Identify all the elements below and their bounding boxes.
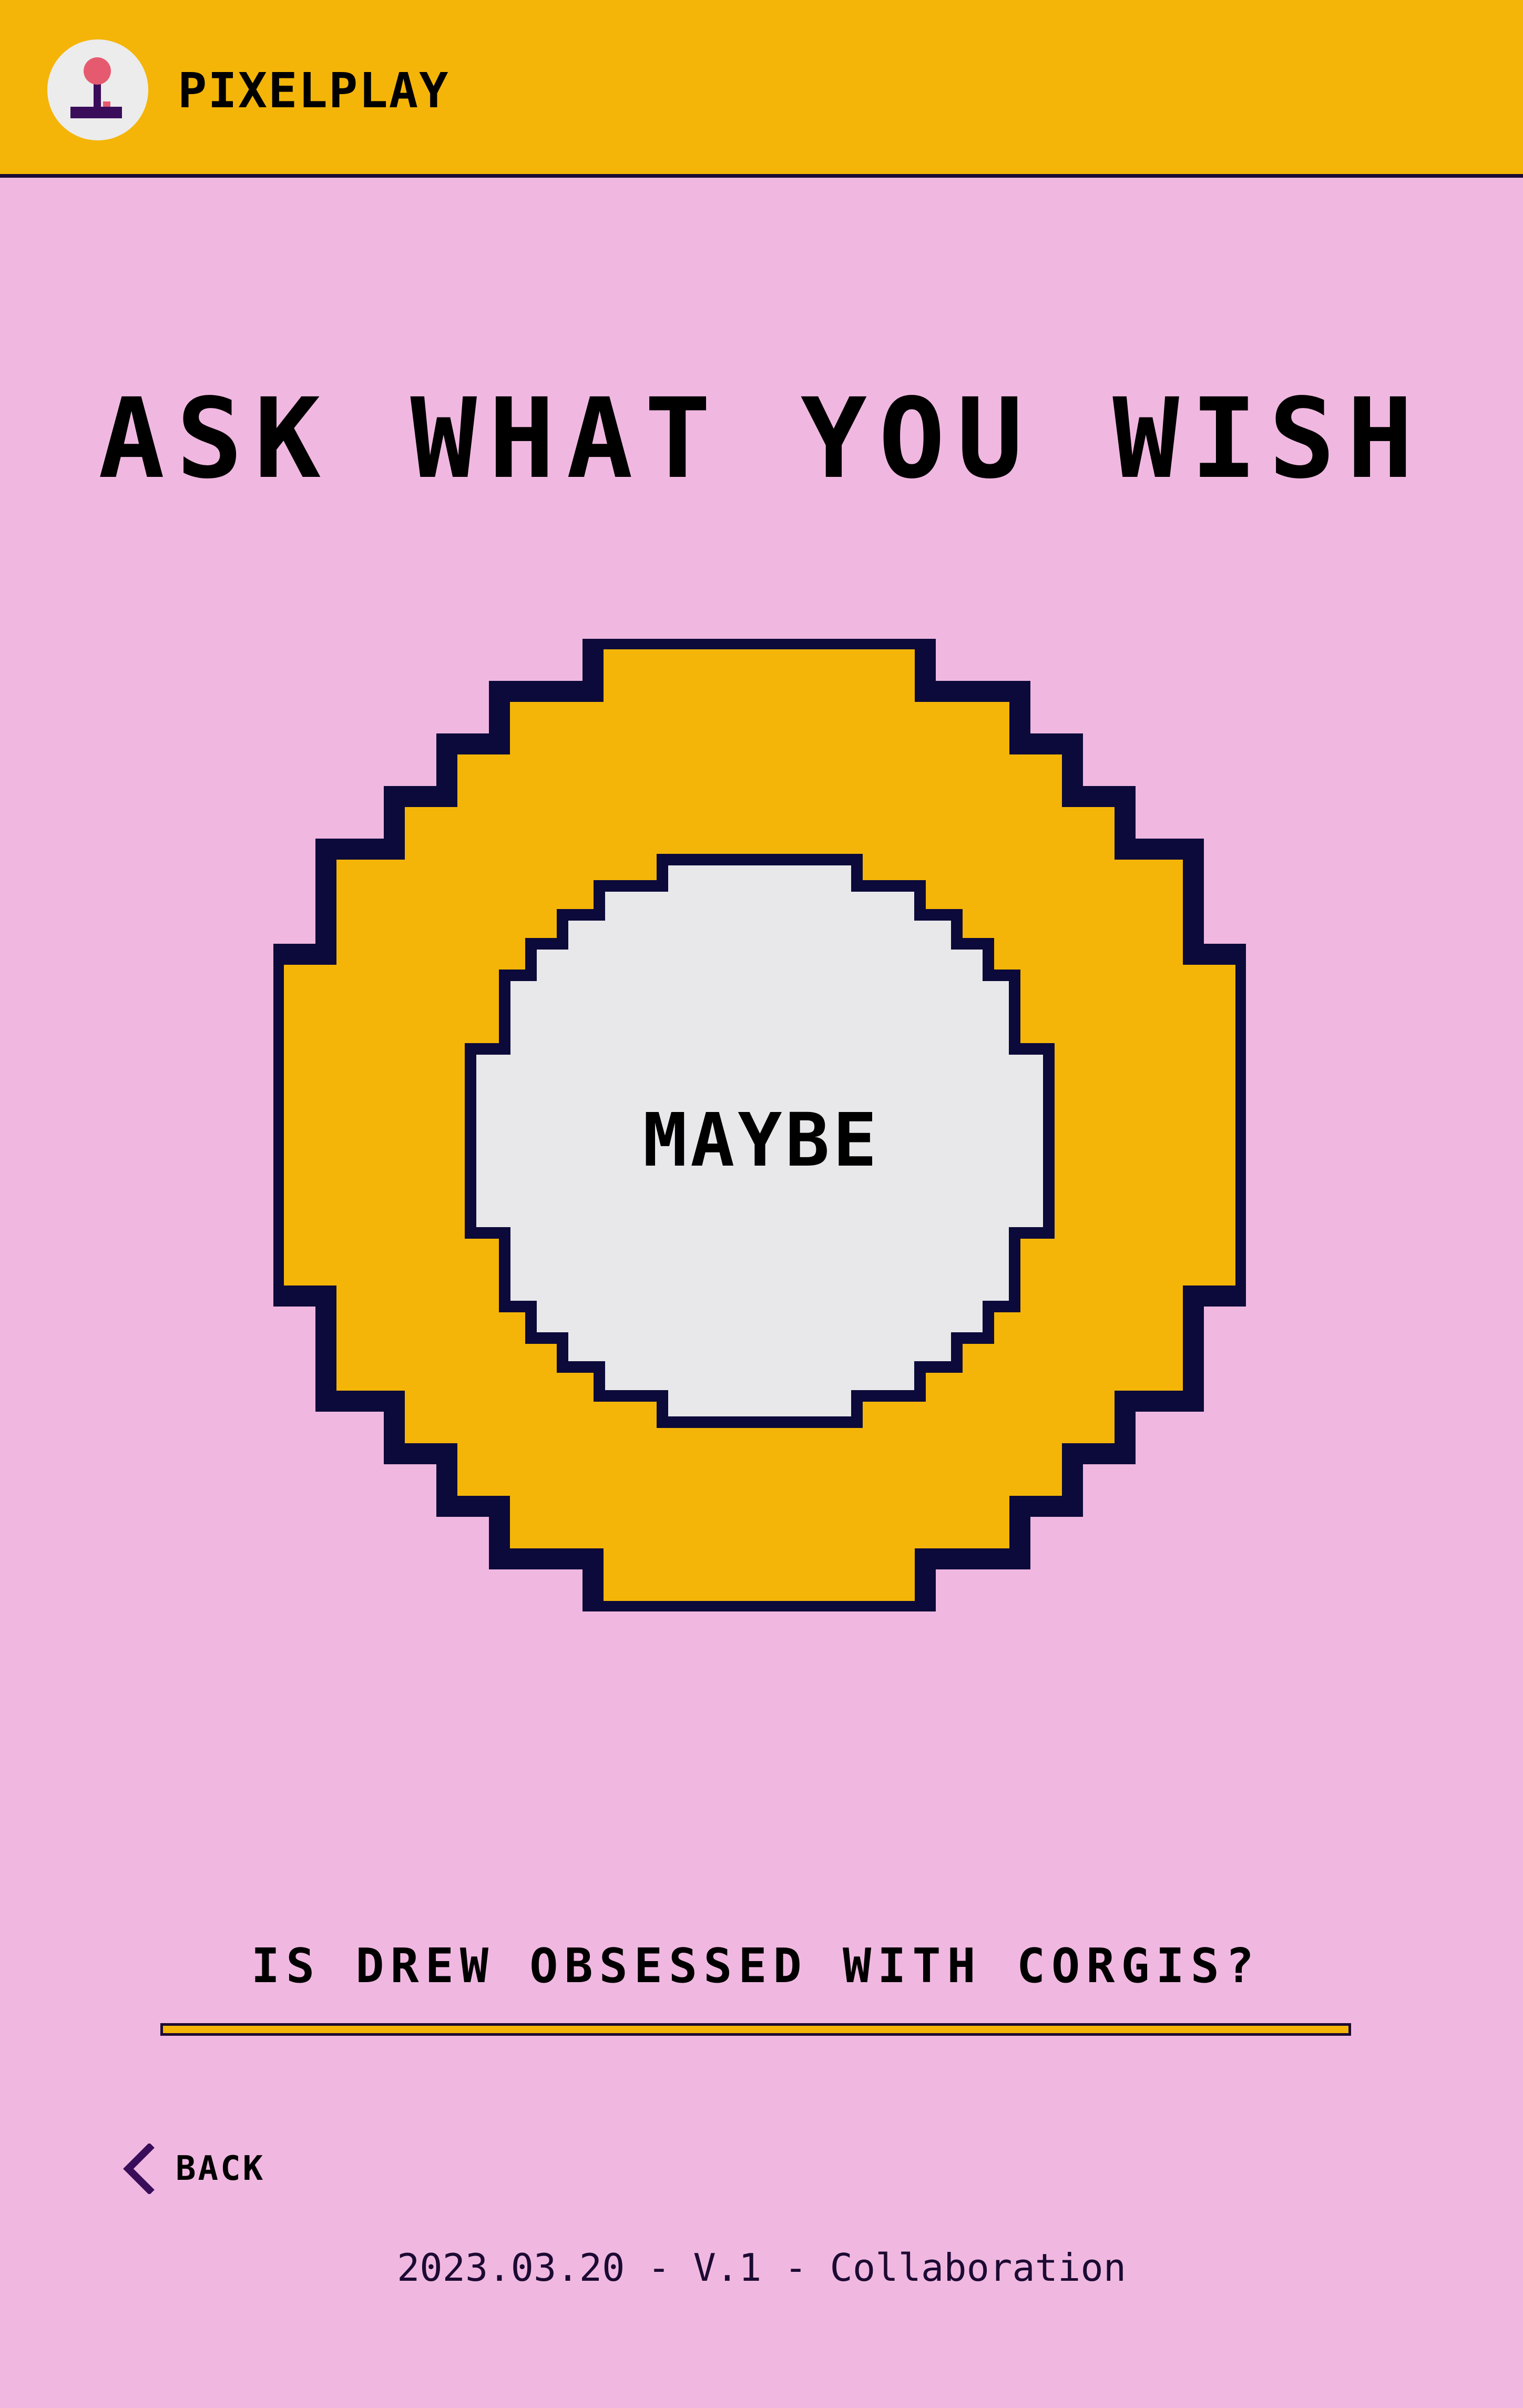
back-label: BACK <box>176 2149 265 2188</box>
chevron-left-icon <box>123 2144 155 2194</box>
footer-version: 2023.03.20 - V.1 - Collaboration <box>396 2246 1127 2290</box>
question-text: IS DREW OBSESSED WITH CORGIS? <box>251 1938 1261 1994</box>
app-header: PIXELPLAY <box>0 0 1523 178</box>
back-button[interactable]: BACK <box>121 2140 265 2198</box>
answer-text: MAYBE <box>642 1098 881 1183</box>
question-underline <box>160 2023 1351 2036</box>
brand-name[interactable]: PIXELPLAY <box>178 62 449 120</box>
joystick-icon[interactable] <box>47 39 148 140</box>
page-title: ASK WHAT YOU WISH <box>98 374 1425 503</box>
